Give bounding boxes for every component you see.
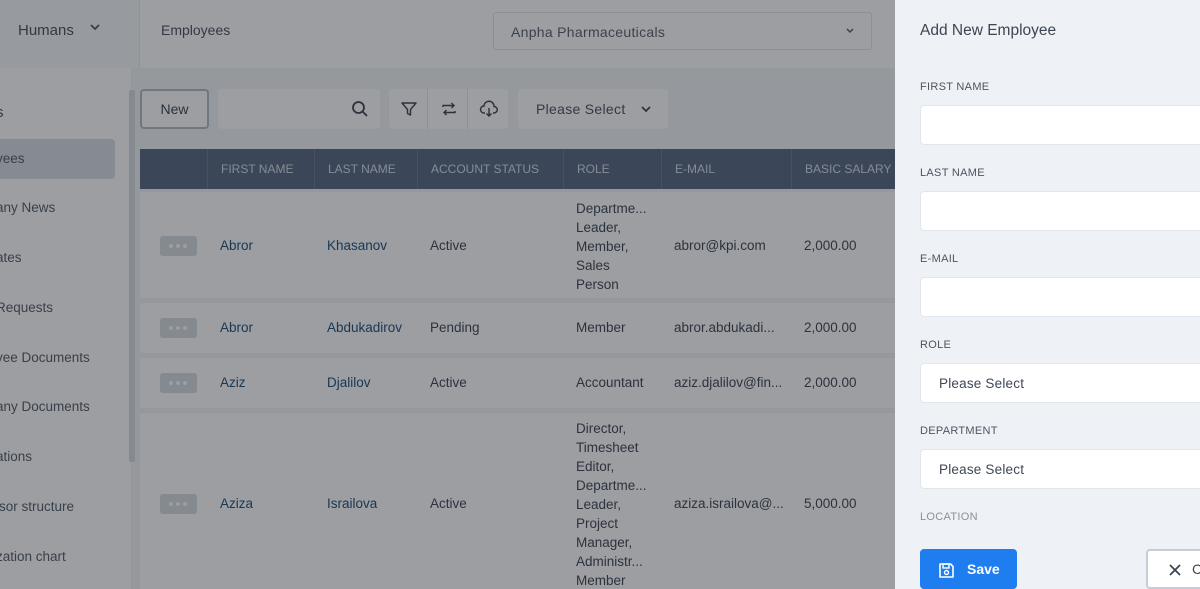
department-select[interactable]: Please Select <box>920 449 1200 489</box>
drawer-title: Add New Employee <box>920 22 1057 39</box>
last-name-label: LAST NAME <box>920 167 985 179</box>
floppy-disk-icon <box>939 563 954 578</box>
role-label: ROLE <box>920 339 952 351</box>
first-name-label: FIRST NAME <box>920 81 990 93</box>
drawer-footer: Save C <box>895 532 1200 589</box>
department-select-value: Please Select <box>939 462 1025 477</box>
save-button-label: Save <box>967 561 1000 577</box>
close-icon <box>1169 564 1181 576</box>
email-label: E-MAIL <box>920 253 959 265</box>
email-field[interactable] <box>920 277 1200 317</box>
save-button[interactable]: Save <box>920 549 1017 589</box>
department-label: DEPARTMENT <box>920 425 998 437</box>
cancel-button[interactable]: C <box>1146 549 1200 589</box>
location-label: LOCATION <box>920 511 978 523</box>
first-name-field[interactable] <box>920 105 1200 145</box>
role-select[interactable]: Please Select <box>920 363 1200 403</box>
last-name-field[interactable] <box>920 191 1200 231</box>
role-select-value: Please Select <box>939 376 1025 391</box>
add-employee-drawer: Add New Employee FIRST NAME LAST NAME E-… <box>895 0 1200 589</box>
cancel-button-label: C <box>1192 561 1200 577</box>
